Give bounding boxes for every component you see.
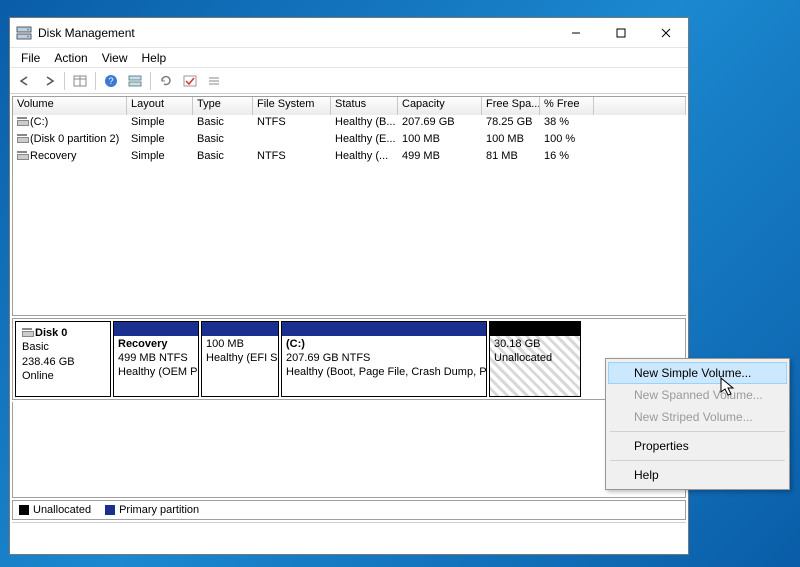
legend-swatch-unallocated (19, 505, 29, 515)
context-menu-item[interactable]: Help (608, 464, 787, 486)
help-icon[interactable]: ? (100, 70, 122, 92)
context-menu: New Simple Volume...New Spanned Volume..… (605, 358, 790, 490)
col-filesystem[interactable]: File System (253, 97, 331, 115)
context-menu-item: New Spanned Volume... (608, 384, 787, 406)
menu-action[interactable]: Action (47, 48, 94, 67)
toolbar: ? (10, 68, 688, 94)
partition[interactable]: 100 MBHealthy (EFI S (201, 321, 279, 397)
disk-size: 238.46 GB (22, 356, 75, 368)
col-capacity[interactable]: Capacity (398, 97, 482, 115)
minimize-button[interactable] (553, 18, 598, 47)
volume-row[interactable]: (C:)SimpleBasicNTFSHealthy (B...207.69 G… (13, 115, 686, 132)
col-freespace[interactable]: Free Spa... (482, 97, 540, 115)
col-pctfree[interactable]: % Free (540, 97, 594, 115)
volume-row[interactable]: RecoverySimpleBasicNTFSHealthy (...499 M… (13, 149, 686, 166)
menu-view[interactable]: View (95, 48, 135, 67)
legend-unallocated: Unallocated (33, 504, 91, 516)
partition[interactable]: Recovery499 MB NTFSHealthy (OEM Partit (113, 321, 199, 397)
disk-icon (22, 328, 32, 335)
legend: Unallocated Primary partition (12, 500, 686, 520)
partition[interactable]: (C:)207.69 GB NTFSHealthy (Boot, Page Fi… (281, 321, 487, 397)
svg-text:?: ? (108, 76, 113, 86)
disk-type: Basic (22, 341, 49, 353)
statusbar (12, 522, 686, 536)
menu-help[interactable]: Help (135, 48, 174, 67)
forward-button[interactable] (38, 70, 60, 92)
col-status[interactable]: Status (331, 97, 398, 115)
partition-unallocated[interactable]: 30.18 GBUnallocated (489, 321, 581, 397)
menu-file[interactable]: File (14, 48, 47, 67)
disk-status: Online (22, 370, 54, 382)
col-volume[interactable]: Volume (13, 97, 127, 115)
volume-row[interactable]: (Disk 0 partition 2)SimpleBasicHealthy (… (13, 132, 686, 149)
col-type[interactable]: Type (193, 97, 253, 115)
legend-swatch-primary (105, 505, 115, 515)
context-menu-item[interactable]: New Simple Volume... (608, 362, 787, 384)
maximize-button[interactable] (598, 18, 643, 47)
back-button[interactable] (14, 70, 36, 92)
app-icon (16, 25, 32, 41)
disk-info[interactable]: Disk 0 Basic 238.46 GB Online (15, 321, 111, 397)
toolbar-grid-icon[interactable] (69, 70, 91, 92)
empty-disk-area (12, 402, 686, 498)
disk-management-window: Disk Management File Action View Help ? … (9, 17, 689, 555)
close-button[interactable] (643, 18, 688, 47)
check-icon[interactable] (179, 70, 201, 92)
context-menu-item: New Striped Volume... (608, 406, 787, 428)
menubar: File Action View Help (10, 48, 688, 68)
col-filler (594, 97, 686, 115)
window-title: Disk Management (38, 26, 553, 40)
context-menu-item[interactable]: Properties (608, 435, 787, 457)
toolbar-layout-icon[interactable] (124, 70, 146, 92)
titlebar[interactable]: Disk Management (10, 18, 688, 48)
refresh-icon[interactable] (155, 70, 177, 92)
volume-grid: Volume Layout Type File System Status Ca… (12, 96, 686, 316)
disk-name: Disk 0 (35, 327, 67, 339)
list-icon[interactable] (203, 70, 225, 92)
disk-map: Disk 0 Basic 238.46 GB Online Recovery49… (12, 318, 686, 400)
col-layout[interactable]: Layout (127, 97, 193, 115)
legend-primary: Primary partition (119, 504, 199, 516)
grid-header: Volume Layout Type File System Status Ca… (13, 97, 686, 115)
